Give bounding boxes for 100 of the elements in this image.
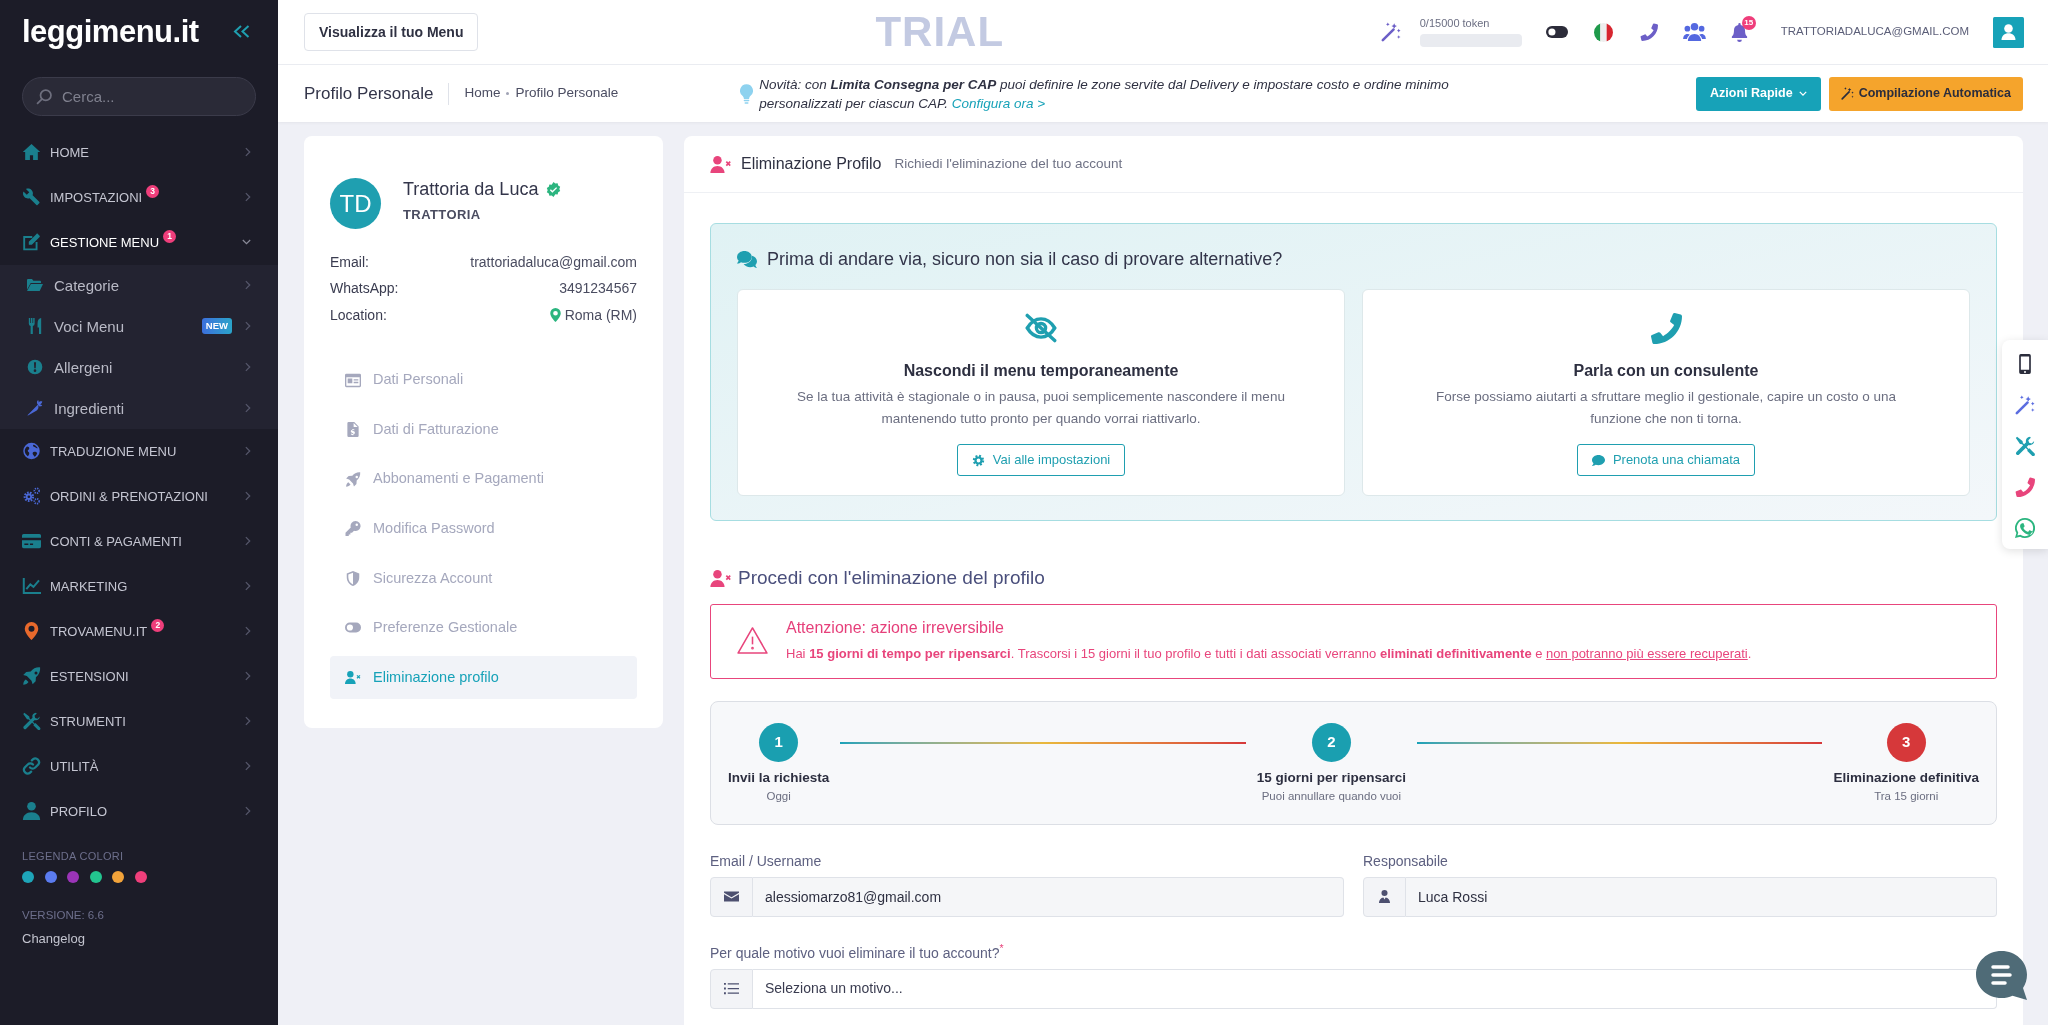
- user-email: TRATTORIADALUCA@GMAIL.COM: [1780, 24, 1969, 40]
- card-subtitle: Richiedi l'eliminazione del tuo account: [894, 154, 1123, 173]
- warning-triangle-icon: [737, 627, 768, 654]
- search-field[interactable]: Cerca...: [22, 77, 256, 116]
- list-icon: [710, 968, 753, 1009]
- sidebar-item[interactable]: GESTIONE MENU 1: [0, 219, 278, 265]
- eye-slash-icon: [1025, 312, 1057, 344]
- step-subtitle: Oggi: [766, 788, 791, 803]
- breadcrumb-link[interactable]: Home: [464, 83, 501, 104]
- magic-wand-icon[interactable]: [1380, 22, 1401, 42]
- view-menu-button[interactable]: Visualizza il tuo Menu: [304, 13, 479, 51]
- chevron-right-icon: [245, 147, 251, 157]
- alternatives-title: Prima di andare via, sicuro non sia il caso di provare alternative?: [767, 248, 1283, 271]
- changelog-link[interactable]: Changelog: [22, 931, 85, 947]
- tools-icon[interactable]: [2015, 436, 2035, 456]
- user-remove-icon: [710, 569, 732, 587]
- sidebar-item[interactable]: MARKETING: [0, 563, 278, 609]
- flag-icon[interactable]: [1593, 22, 1613, 42]
- sidebar-item[interactable]: TRADUZIONE MENU: [0, 428, 278, 474]
- step-title: Invii la richiesta: [728, 768, 830, 787]
- lightbulb-icon: [740, 83, 754, 104]
- chat-bubble-icon[interactable]: [1976, 951, 2027, 1000]
- user-remove-icon: [710, 155, 732, 173]
- card-title: Eliminazione Profilo: [741, 154, 882, 174]
- invoice-icon: [345, 422, 361, 438]
- speech-bubble-icon: [1591, 453, 1605, 467]
- caret-down-icon: [1798, 91, 1807, 96]
- detail-value: Roma (RM): [564, 305, 637, 325]
- count-badge: 2: [151, 618, 165, 632]
- field-label: Responsabile: [1363, 851, 1449, 871]
- count-badge: 3: [146, 184, 160, 198]
- step-title: Eliminazione definitiva: [1833, 768, 1979, 787]
- whatsapp-icon[interactable]: [2015, 518, 2035, 538]
- chevron-right-icon: [245, 280, 251, 290]
- step-subtitle: Tra 15 giorni: [1874, 788, 1939, 803]
- field-label: Email / Username: [710, 851, 823, 871]
- sidebar-item[interactable]: PROFILO: [0, 788, 278, 834]
- sidebar-item[interactable]: IMPOSTAZIONI 3: [0, 174, 278, 220]
- legend-title: LEGENDA COLORI: [22, 849, 124, 863]
- page-title: Profilo Personale: [304, 82, 434, 105]
- chevron-right-icon: [245, 362, 251, 372]
- detail-label: WhatsApp:: [330, 279, 399, 299]
- sidebar-item[interactable]: CONTI & PAGAMENTI: [0, 518, 278, 564]
- submenu-item[interactable]: Voci Menu NEW: [0, 305, 278, 347]
- count-badge: 15: [1741, 15, 1756, 30]
- chevron-right-icon: [245, 446, 251, 456]
- chevron-right-icon: [245, 581, 251, 591]
- option-title: Nascondi il menu temporaneamente: [903, 361, 1179, 381]
- sidebar-item[interactable]: ORDINI & PRENOTAZIONI: [0, 473, 278, 519]
- phone-icon: [1650, 312, 1682, 344]
- new-badge: NEW: [201, 318, 232, 334]
- chevron-right-icon: [245, 536, 251, 546]
- step-number: 3: [1886, 723, 1926, 762]
- breadcrumb-separator-icon: [506, 92, 510, 95]
- id-card-icon: [345, 372, 361, 388]
- submenu-item[interactable]: Allergeni: [0, 346, 278, 388]
- submenu-item[interactable]: Categorie: [0, 264, 278, 306]
- business-type: TRATTORIA: [403, 206, 481, 224]
- magic-wand-icon: [1840, 87, 1854, 100]
- user-avatar-icon[interactable]: [1993, 16, 2024, 48]
- token-count: 0/15000 token: [1419, 17, 1490, 30]
- envelope-icon: [710, 876, 753, 917]
- users-icon[interactable]: [1682, 23, 1706, 41]
- chevron-right-icon: [245, 192, 251, 202]
- sidebar-item[interactable]: STRUMENTI: [0, 698, 278, 744]
- version-label: VERSIONE: 6.6: [22, 908, 104, 922]
- business-name: Trattoria da Luca: [403, 178, 539, 200]
- sidebar-item[interactable]: ESTENSIONI: [0, 653, 278, 699]
- chat-bubbles-icon: [737, 250, 757, 268]
- toggle-icon[interactable]: [1545, 26, 1568, 38]
- phone-icon[interactable]: [1639, 23, 1658, 41]
- logo: leggimenu.it: [22, 15, 199, 47]
- chevron-right-icon: [245, 806, 251, 816]
- phone-icon[interactable]: [2015, 477, 2035, 497]
- count-badge: 1: [163, 229, 177, 243]
- sidebar-item[interactable]: TROVAMENU.IT 2: [0, 608, 278, 654]
- map-pin-icon: [549, 308, 561, 323]
- chevron-right-icon: [245, 321, 251, 331]
- warning-message: Hai 15 giorni di tempo per ripensarci. Trascorsi i 15 giorni il tuo profilo e tutti i dati associati verranno eliminati definitivamente e non potranno più essere recuperati.: [786, 645, 1752, 663]
- submenu-item[interactable]: Ingredienti: [0, 387, 278, 429]
- chevron-right-icon: [245, 491, 251, 501]
- collapse-icon[interactable]: [233, 24, 250, 38]
- detail-label: Email:: [330, 252, 369, 272]
- sidebar-item[interactable]: UTILITÀ: [0, 743, 278, 789]
- rocket-icon: [345, 471, 361, 487]
- dropdown-field[interactable]: Seleziona un motivo...: [753, 968, 1997, 1009]
- breadcrumb-current: Profilo Personale: [515, 84, 619, 103]
- avatar-initials: TD: [330, 178, 381, 229]
- chevron-down-icon: [242, 239, 251, 245]
- text-field[interactable]: alessiomarzo81@gmail.com: [753, 876, 1344, 917]
- step-title: 15 giorni per ripensarci: [1256, 768, 1407, 787]
- step-number: 1: [759, 723, 799, 762]
- auto-fill-button[interactable]: Compilazione Automatica: [1828, 76, 2023, 111]
- chevron-right-icon: [245, 761, 251, 771]
- magic-wand-icon[interactable]: [2015, 395, 2035, 415]
- section-title: Procedi con l'eliminazione del profilo: [738, 566, 1045, 590]
- text-field[interactable]: Luca Rossi: [1406, 876, 1997, 917]
- sidebar-item[interactable]: HOME: [0, 129, 278, 175]
- field-label: Per quale motivo vuoi eliminare il tuo account?$^{*}$: [710, 942, 1005, 963]
- user-remove-icon: [345, 670, 361, 686]
